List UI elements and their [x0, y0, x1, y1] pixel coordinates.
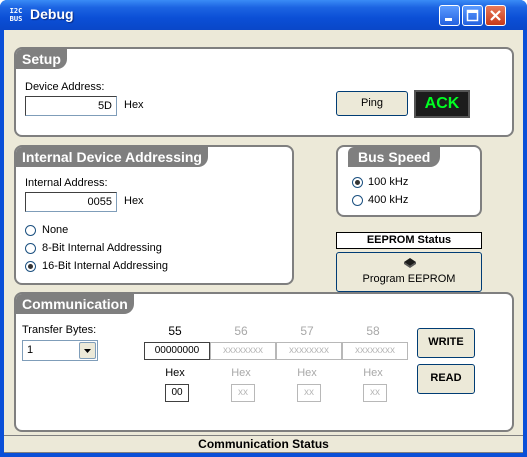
col-58-binary: xxxxxxxx — [342, 342, 408, 360]
col-56-address: 56 — [234, 324, 248, 338]
radio-400khz-label: 400 kHz — [368, 194, 409, 206]
internal-address-label: Internal Address: — [25, 177, 108, 189]
device-address-label: Device Address: — [25, 81, 105, 93]
dropdown-button[interactable] — [79, 342, 96, 359]
maximize-icon — [466, 9, 479, 22]
program-eeprom-label: Program EEPROM — [362, 273, 456, 285]
internal-addressing-group: Internal Device Addressing Internal Addr… — [14, 145, 294, 285]
radio-none-label: None — [42, 224, 69, 236]
radio-16bit[interactable] — [25, 261, 36, 272]
communication-status-bar: Communication Status — [4, 435, 523, 453]
col-56-hex: xx — [231, 384, 255, 402]
transfer-bytes-value: 1 — [27, 344, 34, 356]
program-eeprom-button[interactable]: Program EEPROM — [336, 252, 482, 292]
window-title: Debug — [30, 6, 74, 22]
chip-icon — [404, 258, 416, 268]
radio-8bit-label: 8-Bit Internal Addressing — [42, 242, 162, 254]
col-56-binary: xxxxxxxx — [210, 342, 276, 360]
communication-group: Communication Transfer Bytes: 1 55 00000… — [14, 292, 514, 432]
col-57-address: 57 — [300, 324, 314, 338]
device-address-field[interactable]: 5D — [25, 96, 117, 116]
minimize-icon — [445, 18, 452, 21]
radio-16bit-label: 16-Bit Internal Addressing — [42, 260, 168, 272]
internal-addressing-heading: Internal Device Addressing — [16, 147, 208, 167]
col-55-hex[interactable]: 00 — [165, 384, 189, 402]
ping-button[interactable]: Ping — [336, 91, 408, 116]
col-55-hex-label: Hex — [165, 367, 185, 379]
col-58-address: 58 — [366, 324, 380, 338]
communication-heading: Communication — [16, 294, 134, 314]
maximize-button[interactable] — [462, 5, 483, 26]
col-55-address: 55 — [168, 324, 182, 338]
col-57-hex-label: Hex — [297, 367, 317, 379]
bus-speed-group: Bus Speed 100 kHz 400 kHz — [336, 145, 482, 217]
radio-100khz-label: 100 kHz — [368, 176, 409, 188]
device-address-hex-label: Hex — [124, 99, 144, 111]
read-button[interactable]: READ — [417, 364, 475, 394]
setup-group: Setup Device Address: 5D Hex Ping ACK — [14, 47, 514, 137]
col-56-hex-label: Hex — [231, 367, 251, 379]
minimize-button[interactable] — [439, 5, 460, 26]
transfer-bytes-select[interactable]: 1 — [22, 340, 98, 361]
title-bar[interactable]: I2C BUS Debug — [0, 0, 527, 30]
radio-8bit[interactable] — [25, 243, 36, 254]
bus-speed-heading: Bus Speed — [348, 147, 441, 167]
debug-window: I2C BUS Debug Setup Device Address: 5D H… — [0, 0, 527, 457]
internal-address-field[interactable]: 0055 — [25, 192, 117, 212]
col-55-binary[interactable]: 00000000 — [144, 342, 210, 360]
col-58-hex-label: Hex — [363, 367, 383, 379]
col-57-hex: xx — [297, 384, 321, 402]
radio-400khz[interactable] — [352, 195, 363, 206]
close-icon — [490, 10, 501, 21]
eeprom-status: EEPROM Status — [336, 232, 482, 249]
write-button[interactable]: WRITE — [417, 328, 475, 358]
transfer-bytes-label: Transfer Bytes: — [22, 324, 97, 336]
ack-indicator: ACK — [414, 90, 470, 118]
radio-100khz[interactable] — [352, 177, 363, 188]
app-icon: I2C BUS — [9, 7, 23, 23]
setup-heading: Setup — [16, 49, 67, 69]
close-button[interactable] — [485, 5, 506, 26]
col-57-binary: xxxxxxxx — [276, 342, 342, 360]
client-area: Setup Device Address: 5D Hex Ping ACK In… — [4, 30, 523, 453]
internal-address-hex-label: Hex — [124, 195, 144, 207]
col-58-hex: xx — [363, 384, 387, 402]
radio-none[interactable] — [25, 225, 36, 236]
chevron-down-icon — [84, 349, 91, 353]
